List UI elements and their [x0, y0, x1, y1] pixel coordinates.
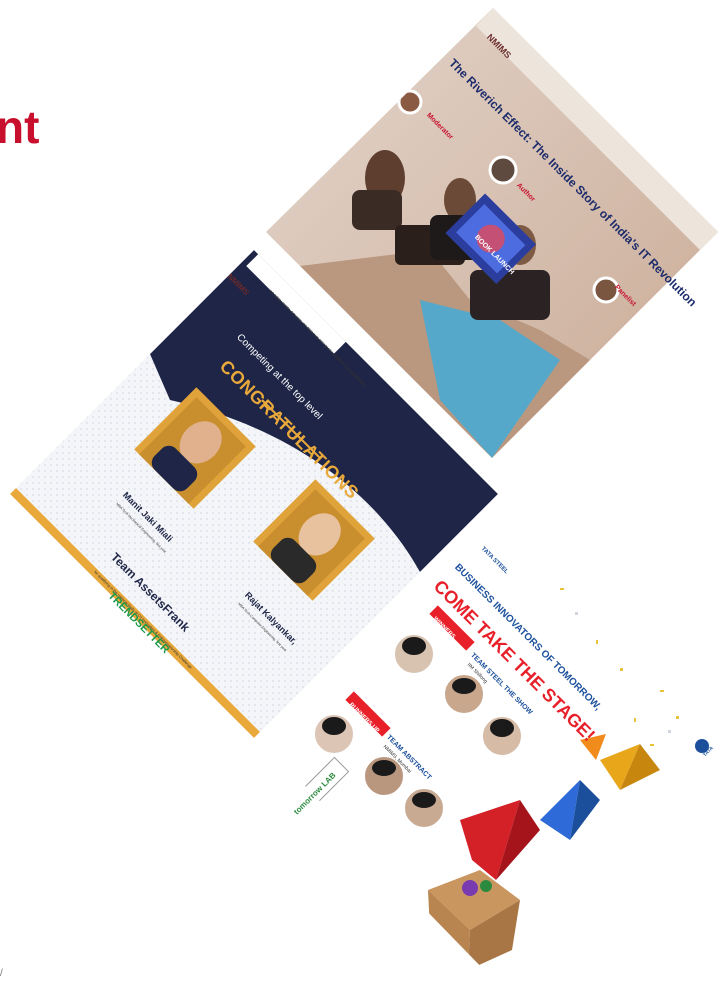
tata-steel-card[interactable]: TATA STEEL BUSINESS INNOVATORS OF TOMORR… [270, 514, 718, 978]
tata-steel-poster [270, 514, 718, 976]
corner-mark: / [0, 968, 3, 979]
page-heading-fragment: nt [0, 101, 40, 153]
